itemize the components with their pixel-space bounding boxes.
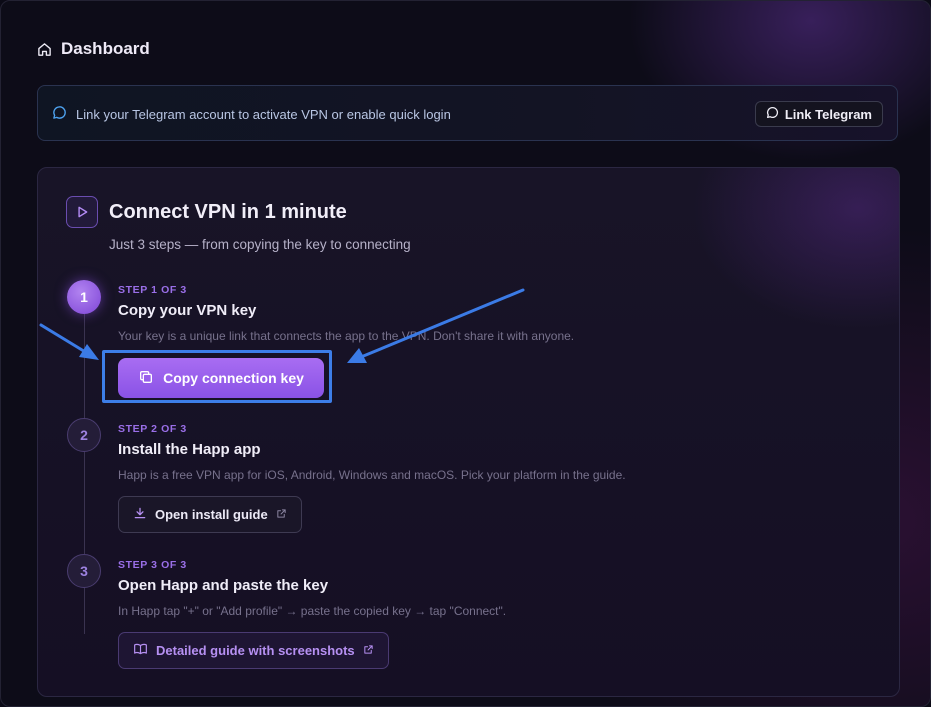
dashboard-frame: Dashboard Link your Telegram account to … [0, 0, 931, 707]
right-arrow-icon [347, 288, 525, 363]
annotation-arrows [39, 288, 525, 363]
left-arrow-icon [39, 323, 99, 360]
